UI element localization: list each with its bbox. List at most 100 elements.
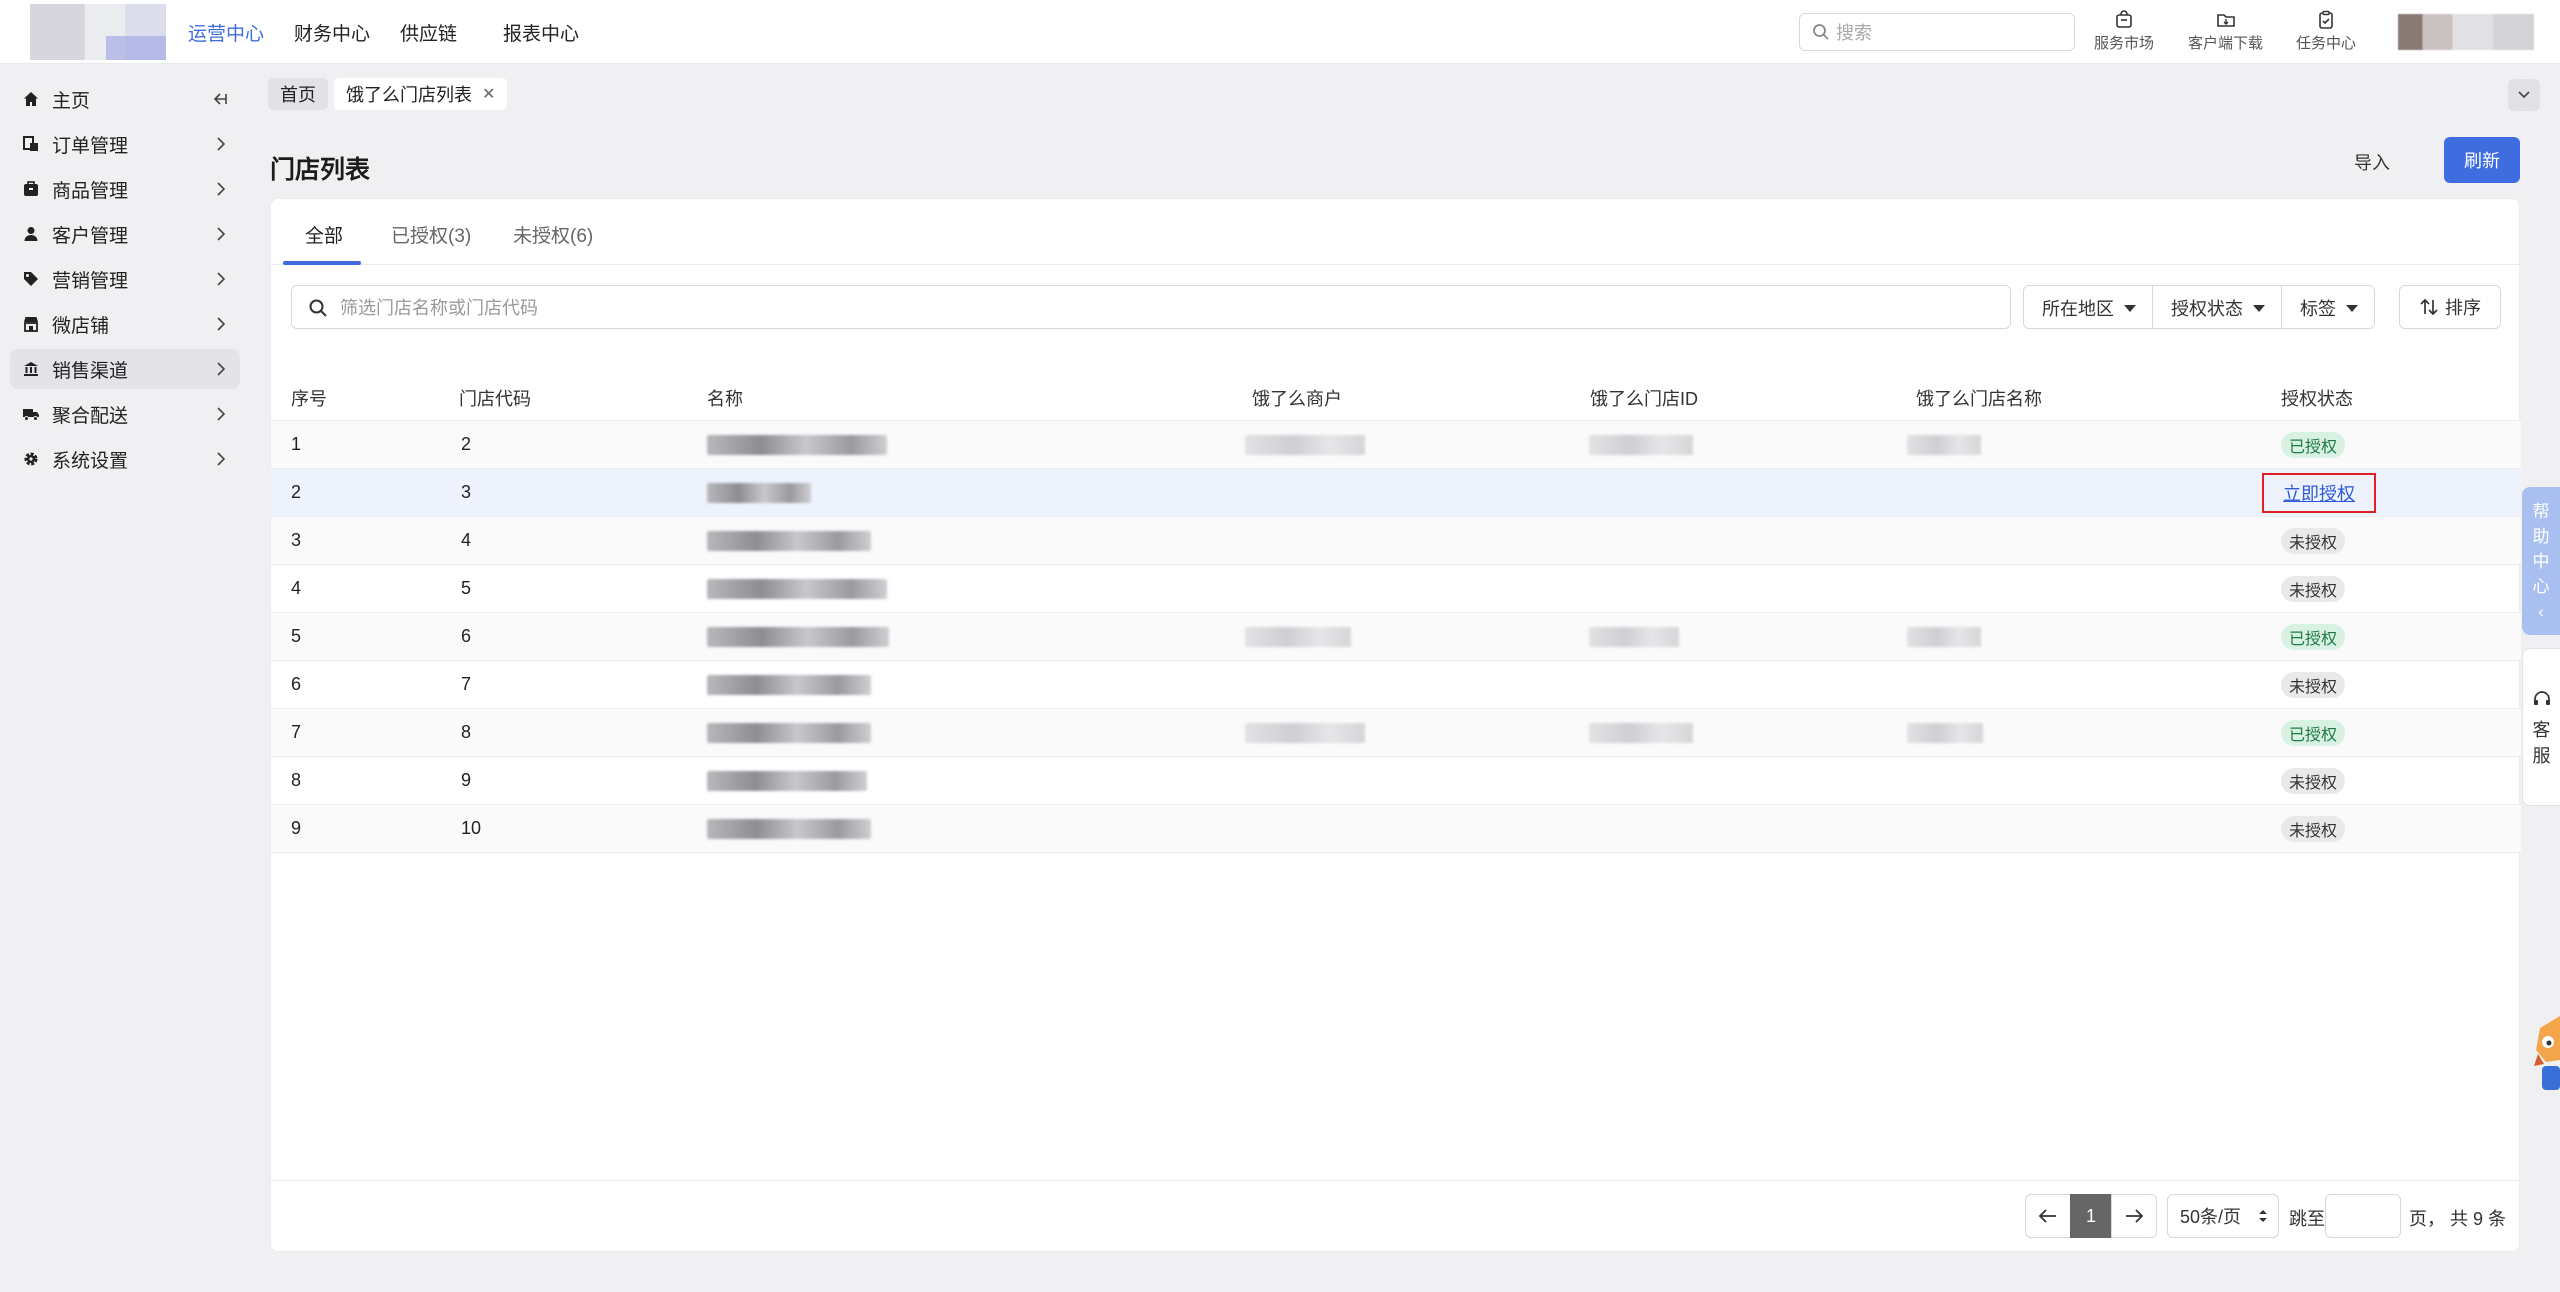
cell-no: 9 <box>291 818 302 838</box>
sort-button[interactable]: 排序 <box>2399 285 2501 329</box>
caret-down-icon <box>2124 304 2136 312</box>
table-row[interactable]: 5 6 已授权 <box>271 613 2521 661</box>
client-download-button[interactable]: 客户端下载 <box>2188 10 2263 53</box>
chevron-right-icon <box>214 360 228 384</box>
chevron-right-icon <box>214 315 228 339</box>
sidebar-item-products[interactable]: 商品管理 <box>10 169 240 209</box>
redacted-store-id <box>1589 435 1693 455</box>
task-center-button[interactable]: 任务中心 <box>2296 10 2356 53</box>
sidebar-item-settings[interactable]: 系统设置 <box>10 439 240 479</box>
tag-dropdown-label: 标签 <box>2300 299 2336 319</box>
tab-authorized[interactable]: 已授权(3) <box>391 221 471 248</box>
collapse-sidebar-icon[interactable] <box>210 90 228 114</box>
active-tab-indicator <box>283 261 361 265</box>
sidebar-item-marketing[interactable]: 营销管理 <box>10 259 240 299</box>
bank-icon <box>22 360 40 378</box>
next-page-button[interactable] <box>2111 1194 2157 1238</box>
col-header-no: 序号 <box>291 389 327 409</box>
user-icon <box>22 225 40 243</box>
sidebar-item-label: 销售渠道 <box>52 360 129 382</box>
col-header-auth-status: 授权状态 <box>2281 389 2353 409</box>
table-row[interactable]: 8 9 未授权 <box>271 757 2521 805</box>
table-row[interactable]: 2 3 立即授权 <box>271 469 2521 517</box>
topnav-finance-center[interactable]: 财务中心 <box>294 19 370 46</box>
redacted-store-name <box>707 627 889 647</box>
user-avatar[interactable] <box>2398 14 2534 50</box>
truck-icon <box>22 405 40 423</box>
table-row[interactable]: 4 5 未授权 <box>271 565 2521 613</box>
sidebar-item-delivery[interactable]: 聚合配送 <box>10 394 240 434</box>
store-filter-input[interactable]: 筛选门店名称或门店代码 <box>291 285 2011 329</box>
close-icon[interactable]: ✕ <box>482 84 495 104</box>
refresh-button[interactable]: 刷新 <box>2444 137 2520 183</box>
mascot-icon[interactable] <box>2532 1010 2560 1096</box>
cell-no: 8 <box>291 770 302 790</box>
page-tab-eleme-stores[interactable]: 饿了么门店列表 ✕ <box>334 78 508 110</box>
topnav-ops-center[interactable]: 运营中心 <box>188 19 264 46</box>
page-tab-home[interactable]: 首页 <box>268 78 328 110</box>
folder-download-icon <box>2216 14 2235 27</box>
arrow-left-icon <box>2038 1209 2056 1223</box>
global-search-placeholder: 搜索 <box>1836 23 1872 43</box>
search-icon <box>308 298 328 323</box>
redacted-store-name <box>707 675 871 695</box>
sidebar-item-label: 聚合配送 <box>52 405 129 427</box>
global-search-input[interactable]: 搜索 <box>1799 13 2075 51</box>
table-row[interactable]: 7 8 已授权 <box>271 709 2521 757</box>
service-market-button[interactable]: 服务市场 <box>2094 10 2154 53</box>
app-logo[interactable] <box>30 4 166 60</box>
redacted-store-name <box>707 531 871 551</box>
sidebar-item-sales-channel[interactable]: 销售渠道 <box>10 349 240 389</box>
redacted-store-name <box>707 723 871 743</box>
col-header-eleme-store-id: 饿了么门店ID <box>1590 389 1698 409</box>
table-row[interactable]: 9 10 未授权 <box>271 805 2521 853</box>
redacted-eleme-store-name <box>1907 435 1981 455</box>
prev-page-button[interactable] <box>2025 1194 2071 1238</box>
page-size-select[interactable]: 50条/页 <box>2167 1194 2279 1238</box>
redacted-store-id <box>1589 627 1679 647</box>
sidebar-item-label: 客户管理 <box>52 225 129 247</box>
status-badge: 未授权 <box>2281 768 2346 794</box>
region-dropdown[interactable]: 所在地区 <box>2024 286 2153 328</box>
table-row[interactable]: 1 2 已授权 <box>271 421 2521 469</box>
status-badge: 已授权 <box>2281 624 2346 650</box>
cell-store-code: 8 <box>461 722 472 742</box>
status-tabs: 全部 已授权(3) 未授权(6) <box>271 199 2521 265</box>
status-badge: 未授权 <box>2281 672 2346 698</box>
sidebar-item-orders[interactable]: 订单管理 <box>10 124 240 164</box>
table-row[interactable]: 6 7 未授权 <box>271 661 2521 709</box>
redacted-merchant <box>1245 435 1365 455</box>
sidebar-item-micro-shop[interactable]: 微店铺 <box>10 304 240 344</box>
cell-no: 3 <box>291 530 302 550</box>
sidebar-item-customers[interactable]: 客户管理 <box>10 214 240 254</box>
cell-no: 7 <box>291 722 302 742</box>
cell-no: 2 <box>291 482 302 502</box>
help-center-tab[interactable]: 帮 助 中 心 ‹ <box>2522 487 2560 635</box>
tab-unauthorized[interactable]: 未授权(6) <box>513 221 593 248</box>
auth-status-dropdown[interactable]: 授权状态 <box>2153 286 2282 328</box>
cell-no: 4 <box>291 578 302 598</box>
sidebar-item-home[interactable]: 主页 <box>10 79 240 119</box>
topnav-report-center[interactable]: 报表中心 <box>503 19 579 46</box>
chevron-right-icon <box>214 450 228 474</box>
tabs-dropdown-button[interactable] <box>2508 79 2540 111</box>
table-row[interactable]: 3 4 未授权 <box>271 517 2521 565</box>
tab-all[interactable]: 全部 <box>305 221 343 248</box>
cell-no: 6 <box>291 674 302 694</box>
task-center-label: 任务中心 <box>2296 35 2357 52</box>
import-button[interactable]: 导入 <box>2328 140 2416 184</box>
status-badge: 未授权 <box>2281 816 2346 842</box>
topnav-supply-chain[interactable]: 供应链 <box>400 19 457 46</box>
authorize-now-link[interactable]: 立即授权 <box>2262 473 2376 513</box>
jump-page-input[interactable] <box>2325 1194 2401 1238</box>
cell-store-code: 4 <box>461 530 472 550</box>
page-tabs-bar: 首页 饿了么门店列表 ✕ <box>268 78 513 110</box>
customer-service-tab[interactable]: 客 服 <box>2522 648 2560 806</box>
cell-no: 5 <box>291 626 302 646</box>
tag-dropdown[interactable]: 标签 <box>2282 286 2374 328</box>
page-button-current[interactable]: 1 <box>2070 1194 2112 1238</box>
select-updown-icon <box>2259 1210 2267 1222</box>
redacted-store-name <box>707 819 871 839</box>
arrow-right-icon <box>2126 1209 2144 1223</box>
cell-store-code: 6 <box>461 626 472 646</box>
